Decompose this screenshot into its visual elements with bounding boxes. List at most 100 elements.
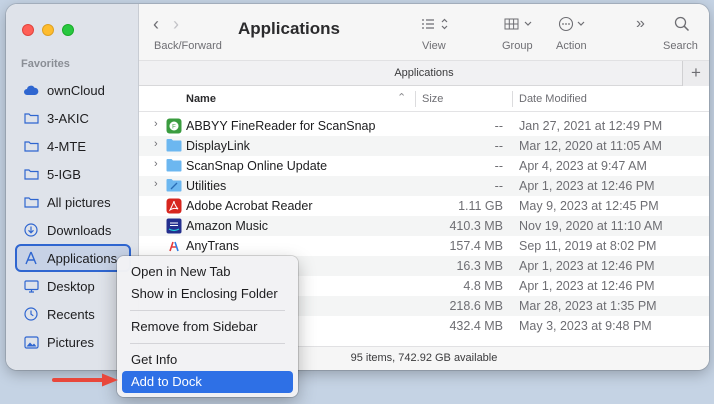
folder-icon — [23, 166, 39, 182]
file-date: May 9, 2023 at 12:45 PM — [519, 199, 659, 213]
file-size: -- — [494, 179, 503, 193]
back-icon[interactable]: ‹ — [153, 14, 159, 35]
file-name: DisplayLink — [186, 139, 250, 153]
acrobat-app-icon — [166, 198, 182, 214]
sidebar-item-label: 4-MTE — [47, 138, 86, 154]
sidebar-item-label: Downloads — [47, 222, 112, 238]
folder-icon — [23, 138, 39, 154]
add-tab-button[interactable]: + — [682, 61, 709, 86]
forward-icon[interactable]: › — [173, 14, 179, 35]
file-date: Apr 1, 2023 at 12:46 PM — [519, 259, 655, 273]
column-divider[interactable] — [415, 91, 416, 107]
menu-item-add-to-dock[interactable]: Add to Dock — [122, 371, 293, 393]
table-row[interactable]: Amazon Music 410.3 MB Nov 19, 2020 at 11… — [139, 216, 709, 236]
status-text: 95 items, 742.92 GB available — [350, 352, 498, 364]
menu-item-show-in-enclosing-folder[interactable]: Show in Enclosing Folder — [122, 283, 293, 305]
window-title: Applications — [238, 19, 341, 38]
sidebar-item-desktop[interactable]: Desktop — [15, 272, 131, 300]
file-name: Amazon Music — [186, 219, 268, 233]
file-size: -- — [494, 139, 503, 153]
sidebar-item-label: Recents — [47, 306, 95, 322]
file-date: Apr 1, 2023 at 12:46 PM — [519, 279, 655, 293]
file-name: ScanSnap Online Update — [186, 159, 328, 173]
file-size: 4.8 MB — [463, 279, 503, 293]
table-row[interactable]: › ScanSnap Online Update -- Apr 4, 2023 … — [139, 156, 709, 176]
action-label: Action — [556, 40, 587, 52]
utilities-folder-icon — [166, 178, 182, 194]
desktop-icon — [23, 278, 39, 294]
action-icon[interactable] — [558, 16, 590, 35]
file-size: 157.4 MB — [449, 239, 503, 253]
amazon-music-app-icon — [166, 218, 182, 234]
folder-icon — [23, 110, 39, 126]
folder-icon — [23, 194, 39, 210]
sidebar-heading-favorites: Favorites — [21, 58, 70, 70]
back-forward-controls: ‹ › — [153, 14, 179, 35]
photo-icon — [23, 334, 39, 350]
file-size: 16.3 MB — [456, 259, 503, 273]
menu-separator — [130, 310, 285, 311]
toolbar: ‹ › Back/Forward Applications View Group… — [139, 4, 709, 60]
menu-item-open-in-new-tab[interactable]: Open in New Tab — [122, 261, 293, 283]
disclosure-chevron-icon[interactable]: › — [154, 178, 158, 190]
file-name: Utilities — [186, 179, 227, 193]
sidebar-item-label: ownCloud — [47, 82, 105, 98]
group-icon[interactable] — [504, 17, 536, 34]
sidebar-item-owncloud[interactable]: ownCloud — [15, 76, 131, 104]
sidebar-item-label: All pictures — [47, 194, 111, 210]
more-toolbar-icon[interactable]: » — [636, 15, 645, 33]
sidebar-list: ownCloud 3-AKIC 4-MTE 5-IGB All pictures… — [15, 76, 131, 356]
table-row[interactable]: Adobe Acrobat Reader 1.11 GB May 9, 2023… — [139, 196, 709, 216]
sidebar-item-downloads[interactable]: Downloads — [15, 216, 131, 244]
file-size: 218.6 MB — [449, 299, 503, 313]
sidebar-item-label: 5-IGB — [47, 166, 81, 182]
sidebar-item-4-mte[interactable]: 4-MTE — [15, 132, 131, 160]
sidebar-item-label: Desktop — [47, 278, 95, 294]
column-header-name[interactable]: Name — [186, 93, 216, 105]
table-row[interactable]: › Utilities -- Apr 1, 2023 at 12:46 PM — [139, 176, 709, 196]
disclosure-chevron-icon[interactable]: › — [154, 158, 158, 170]
file-date: Mar 28, 2023 at 1:35 PM — [519, 299, 657, 313]
sidebar-item-applications[interactable]: Applications — [15, 244, 131, 272]
column-header-row: Name ⌃ Size Date Modified — [139, 86, 709, 112]
file-date: Nov 19, 2020 at 11:10 AM — [519, 219, 663, 233]
close-window-button[interactable] — [22, 24, 34, 36]
svg-text:F: F — [172, 125, 176, 131]
back-forward-label: Back/Forward — [154, 40, 222, 52]
clock-icon — [23, 306, 39, 322]
file-date: Mar 12, 2020 at 11:05 AM — [519, 139, 662, 153]
menu-separator — [130, 343, 285, 344]
search-icon[interactable] — [674, 16, 690, 35]
context-menu: Open in New Tab Show in Enclosing Folder… — [117, 256, 298, 397]
menu-item-get-info[interactable]: Get Info — [122, 349, 293, 371]
table-row[interactable]: › DisplayLink -- Mar 12, 2020 at 11:05 A… — [139, 136, 709, 156]
column-divider[interactable] — [512, 91, 513, 107]
file-size: 410.3 MB — [449, 219, 503, 233]
menu-item-remove-from-sidebar[interactable]: Remove from Sidebar — [122, 316, 293, 338]
table-row[interactable]: AnyTrans 157.4 MB Sep 11, 2019 at 8:02 P… — [139, 236, 709, 256]
zoom-window-button[interactable] — [62, 24, 74, 36]
file-name: Adobe Acrobat Reader — [186, 199, 313, 213]
file-date: Apr 4, 2023 at 9:47 AM — [519, 159, 647, 173]
disclosure-chevron-icon[interactable]: › — [154, 118, 158, 130]
file-size: -- — [494, 119, 503, 133]
search-label: Search — [663, 40, 698, 52]
sidebar-item-pictures[interactable]: Pictures — [15, 328, 131, 356]
file-date: May 3, 2023 at 9:48 PM — [519, 319, 652, 333]
file-name: ABBYY FineReader for ScanSnap — [186, 119, 376, 133]
path-title: Applications — [394, 67, 454, 79]
sidebar-item-recents[interactable]: Recents — [15, 300, 131, 328]
column-header-date[interactable]: Date Modified — [519, 93, 587, 105]
sidebar-item-5-igb[interactable]: 5-IGB — [15, 160, 131, 188]
file-date: Apr 1, 2023 at 12:46 PM — [519, 179, 655, 193]
disclosure-chevron-icon[interactable]: › — [154, 138, 158, 150]
sidebar-item-all-pictures[interactable]: All pictures — [15, 188, 131, 216]
table-row[interactable]: › F ABBYY FineReader for ScanSnap -- Jan… — [139, 116, 709, 136]
sidebar-item-label: 3-AKIC — [47, 110, 89, 126]
sidebar-item-3-akic[interactable]: 3-AKIC — [15, 104, 131, 132]
minimize-window-button[interactable] — [42, 24, 54, 36]
column-header-size[interactable]: Size — [422, 93, 443, 105]
view-list-icon[interactable] — [421, 17, 451, 34]
abbyy-app-icon: F — [166, 118, 182, 134]
download-icon — [23, 222, 39, 238]
